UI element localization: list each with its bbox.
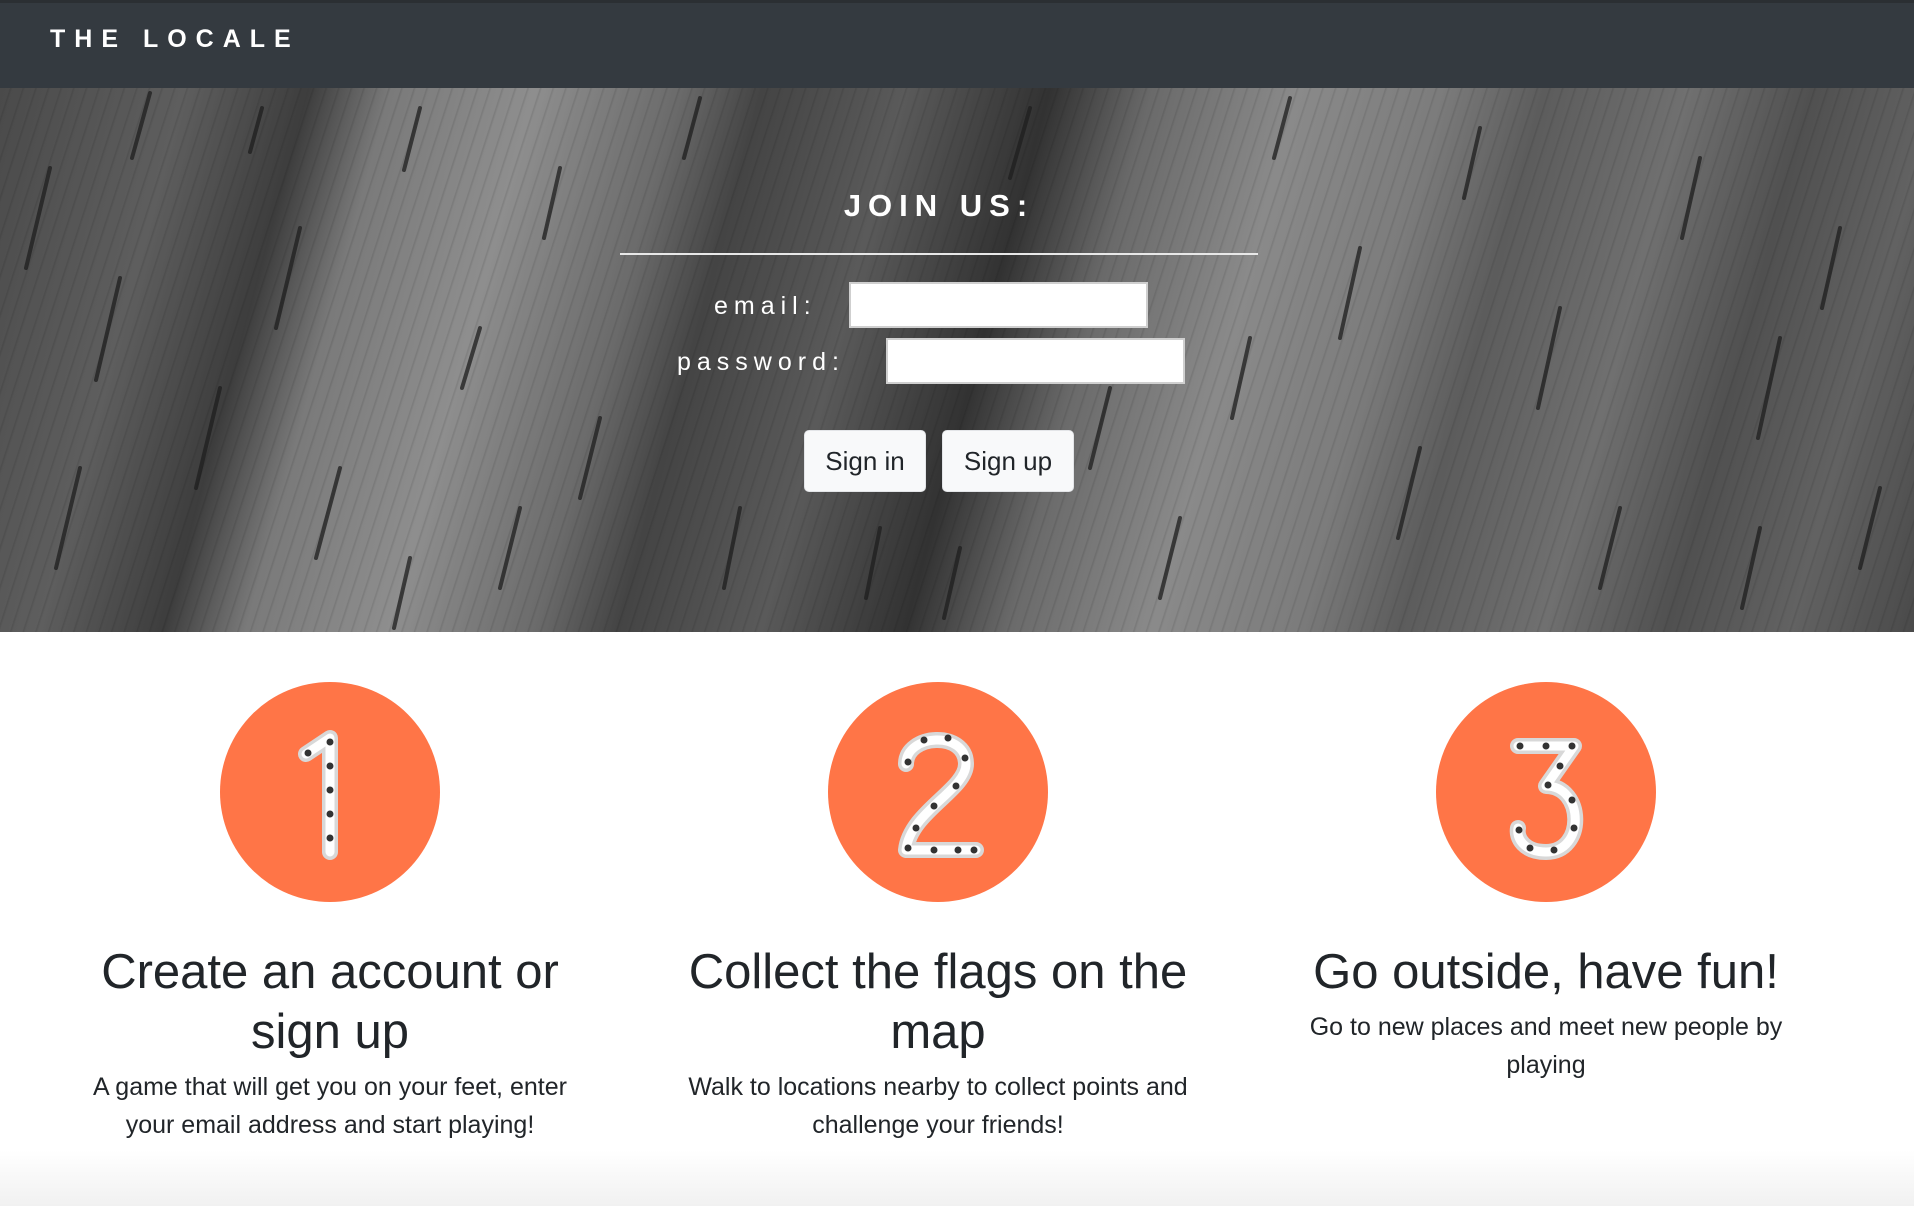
step-heading: Create an account or sign up bbox=[101, 945, 559, 1059]
step-heading: Go outside, have fun! bbox=[1313, 945, 1779, 999]
brand-logo[interactable]: THE LOCALE bbox=[50, 25, 300, 54]
step-description: Go to new places and meet new people by … bbox=[1309, 1013, 1783, 1079]
chain-number-2-icon bbox=[828, 682, 1048, 902]
chain-number-1-icon bbox=[220, 682, 440, 902]
step-description: Walk to locations nearby to collect poin… bbox=[688, 1073, 1188, 1139]
page-footer-fade bbox=[0, 1150, 1914, 1206]
step-heading: Collect the flags on the map bbox=[688, 945, 1188, 1059]
email-field[interactable] bbox=[849, 282, 1148, 328]
join-divider bbox=[620, 253, 1258, 255]
password-label: password: bbox=[677, 348, 845, 376]
sign-up-button[interactable]: Sign up bbox=[942, 430, 1074, 492]
step-description: A game that will get you on your feet, e… bbox=[93, 1073, 567, 1139]
chain-number-3-icon bbox=[1436, 682, 1656, 902]
sign-in-button[interactable]: Sign in bbox=[804, 430, 926, 492]
email-label: email: bbox=[714, 292, 817, 320]
password-field[interactable] bbox=[886, 338, 1185, 384]
hero-section: JOIN US: email: password: Sign in Sign u… bbox=[0, 88, 1914, 632]
join-us-heading: JOIN US: bbox=[843, 188, 1035, 223]
navbar: THE LOCALE bbox=[0, 0, 1914, 88]
